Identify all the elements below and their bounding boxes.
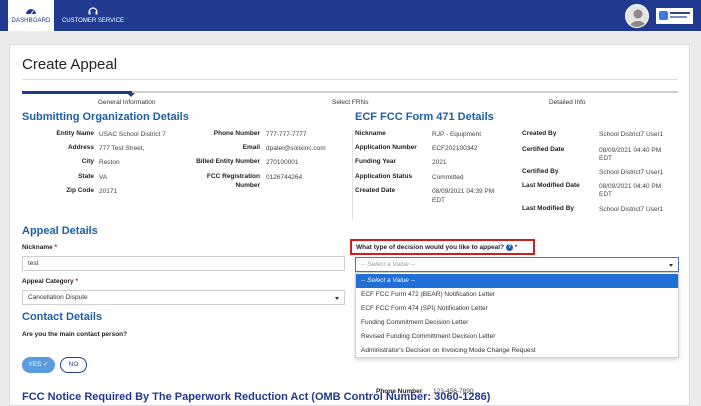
decision-option[interactable]: Revised Funding Committment Decision Let…: [356, 330, 678, 344]
application-status-label: Application Status: [355, 173, 413, 180]
no-toggle-button[interactable]: NO: [60, 357, 87, 373]
logo-mark-icon: [659, 11, 668, 20]
city-value: Reston: [99, 159, 120, 166]
city-label: City: [81, 158, 94, 165]
decision-option[interactable]: ECF FCC Form 472 (BEAR) Notification Let…: [356, 288, 678, 302]
certified-by-label: Certified By: [522, 168, 559, 175]
usac-logo: [656, 8, 693, 24]
step-general-information: General Information: [98, 99, 156, 106]
section-divider: [352, 131, 353, 221]
question-circle-icon[interactable]: ?: [506, 244, 514, 251]
decision-question-highlight: What type of decision would you like to …: [350, 239, 535, 255]
appeal-nickname-input[interactable]: test: [22, 256, 345, 271]
last-modified-date-tz: EDT: [599, 191, 612, 198]
nav-customer-service-label: CUSTOMER SERVICE: [61, 18, 125, 24]
entity-name-label: Entity Name: [56, 130, 94, 137]
decision-option[interactable]: Funding Commitment Decision Letter: [356, 316, 678, 330]
decision-option[interactable]: Administrator's Decision on Invoicing Mo…: [356, 344, 678, 358]
decision-type-options: -- Select a Value -- ECF FCC Form 472 (B…: [355, 272, 679, 358]
address-value: 777 Test Street,: [99, 145, 145, 152]
last-modified-by-label: Last Modified By: [522, 205, 575, 212]
zip-label: Zip Code: [66, 187, 94, 194]
create-appeal-card: Create Appeal General Information Select…: [9, 44, 690, 406]
stepper-progress: [22, 91, 132, 94]
step-detailed-info: Detailed Info: [549, 99, 586, 106]
last-modified-by-value: School District7 User1: [599, 206, 664, 213]
created-by-value: School District7 User1: [599, 131, 664, 138]
application-number-value: ECF202100342: [432, 145, 478, 152]
top-nav-bar: DASHBOARD CUSTOMER SERVICE: [0, 0, 701, 31]
nav-dashboard[interactable]: DASHBOARD: [8, 0, 54, 31]
application-status-value: Committed: [432, 174, 464, 181]
appeal-category-select[interactable]: Cancellation Dispute: [22, 290, 345, 305]
phone-value: 777-777-7777: [266, 131, 307, 138]
fcc-registration-label-line2: Number: [235, 182, 260, 189]
decision-question-label: What type of decision would you like to …: [356, 244, 518, 252]
last-modified-date-label: Last Modified Date: [522, 182, 580, 189]
nav-dashboard-label: DASHBOARD: [11, 18, 51, 24]
appeal-category-value: Cancellation Dispute: [28, 294, 88, 301]
nav-customer-service[interactable]: CUSTOMER SERVICE: [60, 0, 126, 31]
billed-entity-label: Billed Entity Number: [196, 158, 260, 165]
chevron-down-icon: [669, 264, 673, 267]
appeal-category-label: Appeal Category *: [22, 278, 78, 285]
ecf-nickname-label: Nickname: [355, 130, 386, 137]
decision-type-select[interactable]: -- Select a Value --: [355, 257, 679, 272]
email-value: dpatel@solixinc.com: [266, 145, 326, 152]
page-title: Create Appeal: [22, 56, 118, 73]
decision-option[interactable]: -- Select a Value --: [356, 274, 678, 288]
contact-details-heading: Contact Details: [22, 311, 103, 323]
fcc-registration-label: FCC Registration: [206, 173, 260, 180]
address-label: Address: [67, 144, 94, 151]
paperwork-notice-heading: FCC Notice Required By The Paperwork Red…: [22, 391, 491, 403]
state-value: VA: [99, 174, 108, 181]
created-date-tz: EDT: [432, 197, 445, 204]
billed-entity-value: 270100001: [266, 159, 299, 166]
phone-label: Phone Number: [213, 130, 260, 137]
headset-icon: [88, 7, 98, 15]
state-label: State: [78, 173, 94, 180]
chevron-down-icon: [335, 297, 339, 300]
funding-year-value: 2021: [432, 159, 447, 166]
entity-name-value: USAC School District 7: [99, 131, 166, 138]
speedometer-icon: [26, 9, 36, 15]
appeal-details-heading: Appeal Details: [22, 225, 98, 237]
submitting-org-heading: Submitting Organization Details: [22, 111, 189, 123]
ecf-nickname-value: RJP - Equipment: [432, 131, 482, 138]
application-number-label: Application Number: [355, 144, 417, 151]
email-label: Email: [242, 144, 260, 151]
decision-type-placeholder: -- Select a Value --: [361, 261, 415, 268]
step-select-frns: Select FRNs: [332, 99, 369, 106]
certified-by-value: School District7 User1: [599, 169, 664, 176]
created-by-label: Created By: [522, 130, 557, 137]
created-date-value: 08/09/2021 04:39 PM: [432, 188, 495, 195]
title-divider: [22, 79, 678, 80]
fcc-registration-value: 0126744264: [266, 174, 303, 181]
yes-toggle-button[interactable]: YES ✓: [22, 357, 55, 373]
created-date-label: Created Date: [355, 187, 396, 194]
funding-year-label: Funding Year: [355, 158, 397, 165]
user-icon: [629, 9, 647, 27]
user-avatar[interactable]: [625, 4, 649, 28]
certified-date-label: Certified Date: [522, 146, 565, 153]
certified-date-tz: EDT: [599, 155, 612, 162]
decision-option[interactable]: ECF FCC Form 474 (SPI) Notification Lett…: [356, 302, 678, 316]
stepper-current-marker: [127, 93, 135, 97]
appeal-nickname-label: Nickname *: [22, 244, 58, 251]
zip-value: 20171: [99, 188, 118, 195]
main-contact-question: Are you the main contact person?: [22, 331, 128, 338]
ecf-form-heading: ECF FCC Form 471 Details: [355, 111, 494, 123]
